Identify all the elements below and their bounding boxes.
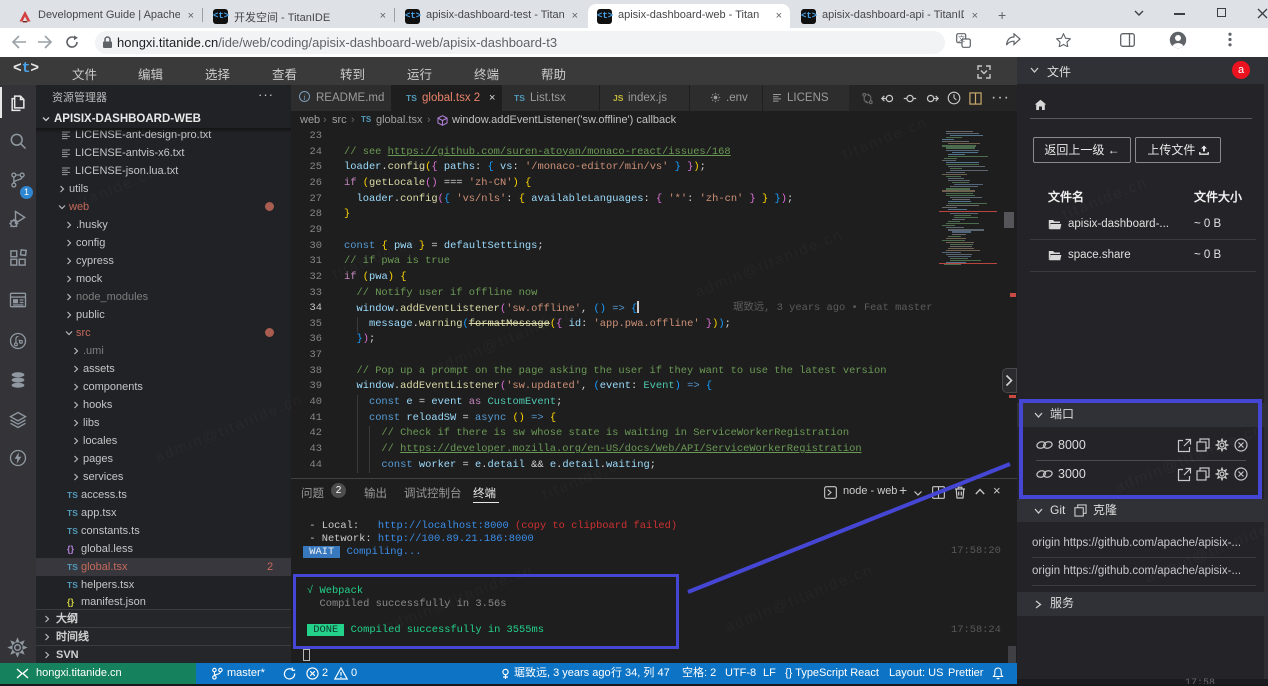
svg-text:文: 文: [958, 34, 965, 43]
